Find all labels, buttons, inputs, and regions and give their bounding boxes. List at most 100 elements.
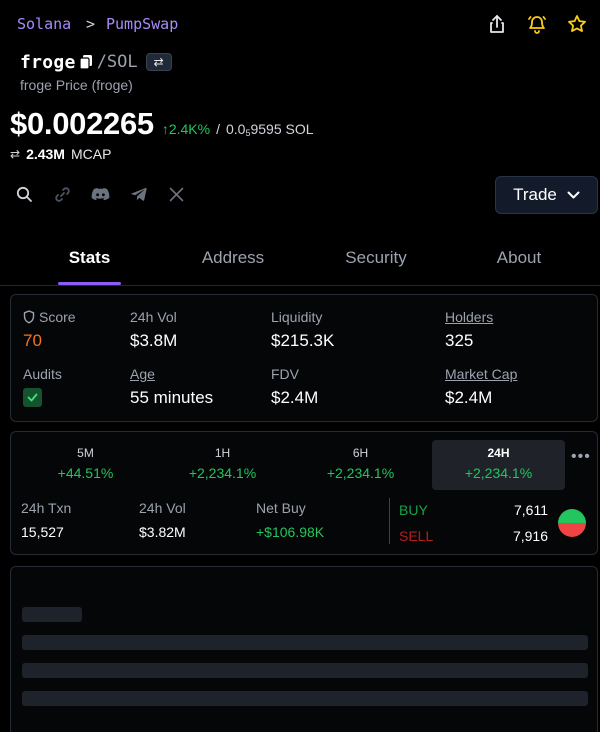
copy-icon[interactable]: [79, 54, 93, 70]
mcap-toggle-icon[interactable]: ⇄: [10, 147, 20, 161]
token-subtitle: froge Price (froge): [20, 77, 133, 93]
timeframe-1h-change: +2,234.1%: [188, 465, 257, 481]
timeframe-1h-name: 1H: [214, 446, 231, 460]
txn-24h-label: 24h Txn: [21, 500, 72, 516]
stat-fdv-value: $2.4M: [271, 388, 319, 407]
sol-price-prefix: 0.0: [225, 121, 246, 137]
mcap-label: MCAP: [70, 146, 112, 162]
timeframe-24h[interactable]: 24H +2,234.1%: [432, 440, 565, 490]
trade-button-label: Trade: [513, 185, 557, 204]
star-icon[interactable]: [566, 13, 588, 35]
active-tab-indicator: [58, 282, 121, 285]
stat-age-value: 55 minutes: [130, 388, 214, 407]
stat-vol24h-label: 24h Vol: [130, 309, 177, 325]
search-icon[interactable]: [14, 184, 34, 204]
price-row: $0.002265 ↑2.4K% / 0.059595 SOL: [10, 106, 314, 142]
stat-fdv-label: FDV: [271, 366, 299, 382]
stat-holders-link[interactable]: Holders: [445, 309, 493, 325]
section-tabs: Stats Address Security About: [0, 236, 600, 286]
timeframe-24h-change: +2,234.1%: [464, 465, 533, 481]
token-symbol: froge: [20, 51, 76, 73]
token-pair: /SOL: [96, 52, 138, 72]
stat-score-label: Score: [39, 309, 76, 325]
sell-count: 7,916: [512, 528, 548, 544]
more-options-button[interactable]: •••: [571, 448, 591, 466]
stat-market-cap: Market Cap $2.4M: [445, 366, 517, 408]
stats-card: Score 70 24h Vol $3.8M Liquidity $215.3K…: [10, 294, 598, 422]
stat-audits-label: Audits: [23, 366, 62, 382]
sol-price-rest: 9595 SOL: [250, 121, 314, 137]
stat-fdv: FDV $2.4M: [271, 366, 318, 408]
stat-audits: Audits: [23, 366, 62, 407]
share-icon[interactable]: [486, 13, 508, 35]
timeframe-24h-name: 24H: [487, 446, 510, 460]
timeframe-5m[interactable]: 5M +44.51%: [19, 440, 152, 490]
social-links: [14, 184, 186, 204]
breadcrumb-separator: >: [86, 15, 96, 33]
telegram-icon[interactable]: [128, 184, 148, 204]
buy-sell-ratio-pie: [558, 509, 586, 537]
chevron-down-icon: [567, 191, 580, 199]
breadcrumb-dex[interactable]: PumpSwap: [106, 15, 178, 33]
buy-count: 7,611: [514, 502, 548, 518]
sell-label: SELL: [399, 528, 434, 544]
tab-address[interactable]: Address: [183, 248, 283, 268]
bell-icon[interactable]: [526, 13, 548, 35]
token-price: $0.002265: [10, 106, 154, 141]
timeframe-5m-change: +44.51%: [57, 465, 114, 481]
net-buy-label: Net Buy: [256, 500, 306, 516]
stat-liquidity-label: Liquidity: [271, 309, 323, 325]
shield-icon: [23, 310, 35, 324]
net-buy-value: +$106.98K: [256, 524, 325, 540]
x-icon[interactable]: [166, 184, 186, 204]
txn-24h-value: 15,527: [21, 524, 64, 540]
stat-liquidity: Liquidity $215.3K: [271, 309, 334, 351]
skeleton-title: [22, 607, 82, 622]
trading-activity-card: 5M +44.51% 1H +2,234.1% 6H +2,234.1% 24H…: [10, 431, 598, 555]
buy-slice: [558, 509, 586, 523]
top-actions: [486, 13, 588, 35]
net-buy: Net Buy +$106.98K: [256, 500, 324, 540]
skeleton-line: [22, 691, 588, 706]
stat-vol24h-value: $3.8M: [130, 331, 178, 350]
swap-pair-button[interactable]: ⇄: [145, 53, 172, 71]
timeframe-6h[interactable]: 6H +2,234.1%: [294, 440, 427, 490]
stat-liquidity-value: $215.3K: [271, 331, 335, 350]
stat-score-label-row: Score: [23, 309, 76, 325]
breadcrumb-network[interactable]: Solana: [17, 15, 71, 33]
skeleton-line: [22, 663, 588, 678]
buy-sell-divider: [389, 498, 390, 544]
skeleton-line: [22, 635, 588, 650]
stat-vol24h: 24h Vol $3.8M: [130, 309, 177, 351]
stat-holders-value: 325: [445, 331, 474, 350]
audit-check-icon[interactable]: [23, 388, 42, 407]
top-bar: Solana > PumpSwap: [0, 0, 600, 50]
price-slash: /: [216, 121, 220, 137]
txn-24h: 24h Txn 15,527: [21, 500, 71, 540]
link-icon[interactable]: [52, 184, 72, 204]
vol-24h-value: $3.82M: [139, 524, 186, 540]
stat-score-value: 70: [23, 331, 42, 350]
buy-label: BUY: [399, 502, 428, 518]
discord-icon[interactable]: [90, 184, 110, 204]
mcap-value: 2.43M: [26, 146, 65, 162]
timeframe-5m-name: 5M: [77, 446, 94, 460]
stat-market-cap-link[interactable]: Market Cap: [445, 366, 517, 382]
stat-market-cap-value: $2.4M: [445, 388, 493, 407]
trade-button[interactable]: Trade: [495, 176, 598, 214]
timeframe-1h[interactable]: 1H +2,234.1%: [156, 440, 289, 490]
sell-slice: [558, 523, 586, 537]
token-header: froge /SOL ⇄: [20, 50, 172, 74]
vol-24h-label: 24h Vol: [139, 500, 186, 516]
mcap-row: ⇄ 2.43M MCAP: [10, 146, 111, 162]
stat-age-link[interactable]: Age: [130, 366, 213, 382]
tab-security[interactable]: Security: [326, 248, 426, 268]
stat-holders: Holders 325: [445, 309, 493, 351]
price-change: ↑2.4K%: [161, 121, 211, 137]
tab-stats[interactable]: Stats: [58, 248, 121, 268]
tab-about[interactable]: About: [469, 248, 569, 268]
loading-card: [10, 566, 598, 732]
stat-score: Score 70: [23, 309, 76, 351]
sol-price: 0.059595 SOL: [226, 121, 314, 138]
timeframe-6h-name: 6H: [352, 446, 369, 460]
